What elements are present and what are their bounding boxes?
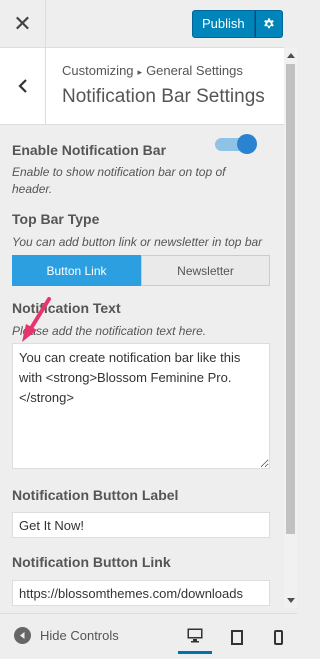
- gear-icon: [263, 18, 274, 29]
- chevron-left-icon: [17, 79, 27, 93]
- mobile-icon: [273, 629, 283, 645]
- tablet-preview-button[interactable]: [220, 620, 254, 654]
- button-label-label: Notification Button Label: [12, 487, 179, 503]
- breadcrumb-root: Customizing: [62, 63, 134, 78]
- hide-controls-label: Hide Controls: [40, 628, 119, 643]
- scroll-up-icon[interactable]: [287, 53, 295, 58]
- top-bar-type-segmented: Button Link Newsletter: [12, 255, 270, 286]
- top-bar-type-description: You can add button link or newsletter in…: [12, 235, 263, 249]
- button-label-input[interactable]: [12, 512, 270, 538]
- breadcrumb-separator-icon: ▸: [137, 67, 143, 77]
- close-icon: ✕: [13, 10, 32, 36]
- close-button[interactable]: ✕: [0, 0, 46, 47]
- mobile-preview-button[interactable]: [261, 620, 295, 654]
- breadcrumb: Customizing ▸ General Settings: [62, 63, 243, 78]
- enable-notification-description: Enable to show notification bar on top o…: [12, 165, 226, 196]
- button-link-label: Notification Button Link: [12, 554, 171, 570]
- top-bar-type-label: Top Bar Type: [12, 211, 100, 227]
- annotation-arrow-icon: [22, 297, 51, 342]
- button-link-input[interactable]: [12, 580, 270, 606]
- option-newsletter[interactable]: Newsletter: [141, 255, 270, 286]
- enable-notification-toggle[interactable]: [215, 134, 258, 154]
- publish-button[interactable]: Publish: [192, 10, 255, 38]
- publish-settings-button[interactable]: [254, 10, 283, 38]
- tablet-icon: [231, 629, 243, 645]
- controls-list: Enable Notification Bar Enable to show n…: [0, 142, 284, 606]
- customizer-footer: Hide Controls: [0, 613, 297, 659]
- desktop-preview-button[interactable]: [178, 620, 212, 654]
- publish-group: Publish: [192, 10, 283, 38]
- scroll-down-icon[interactable]: [287, 598, 295, 603]
- back-button[interactable]: [0, 48, 46, 124]
- toggle-knob: [237, 134, 257, 154]
- customizer-header: ✕ Publish: [0, 0, 284, 48]
- scrollbar-thumb[interactable]: [286, 64, 295, 534]
- section-header: Customizing ▸ General Settings Notificatio…: [0, 48, 284, 125]
- collapse-icon: [14, 627, 31, 644]
- breadcrumb-parent: General Settings: [146, 63, 243, 78]
- section-title: Notification Bar Settings: [62, 86, 265, 107]
- option-button-link[interactable]: Button Link: [12, 255, 141, 286]
- desktop-icon: [187, 628, 203, 643]
- vertical-scrollbar[interactable]: [284, 48, 297, 608]
- hide-controls-button[interactable]: Hide Controls: [14, 627, 119, 644]
- notification-text-field[interactable]: You can create notification bar like thi…: [12, 343, 270, 469]
